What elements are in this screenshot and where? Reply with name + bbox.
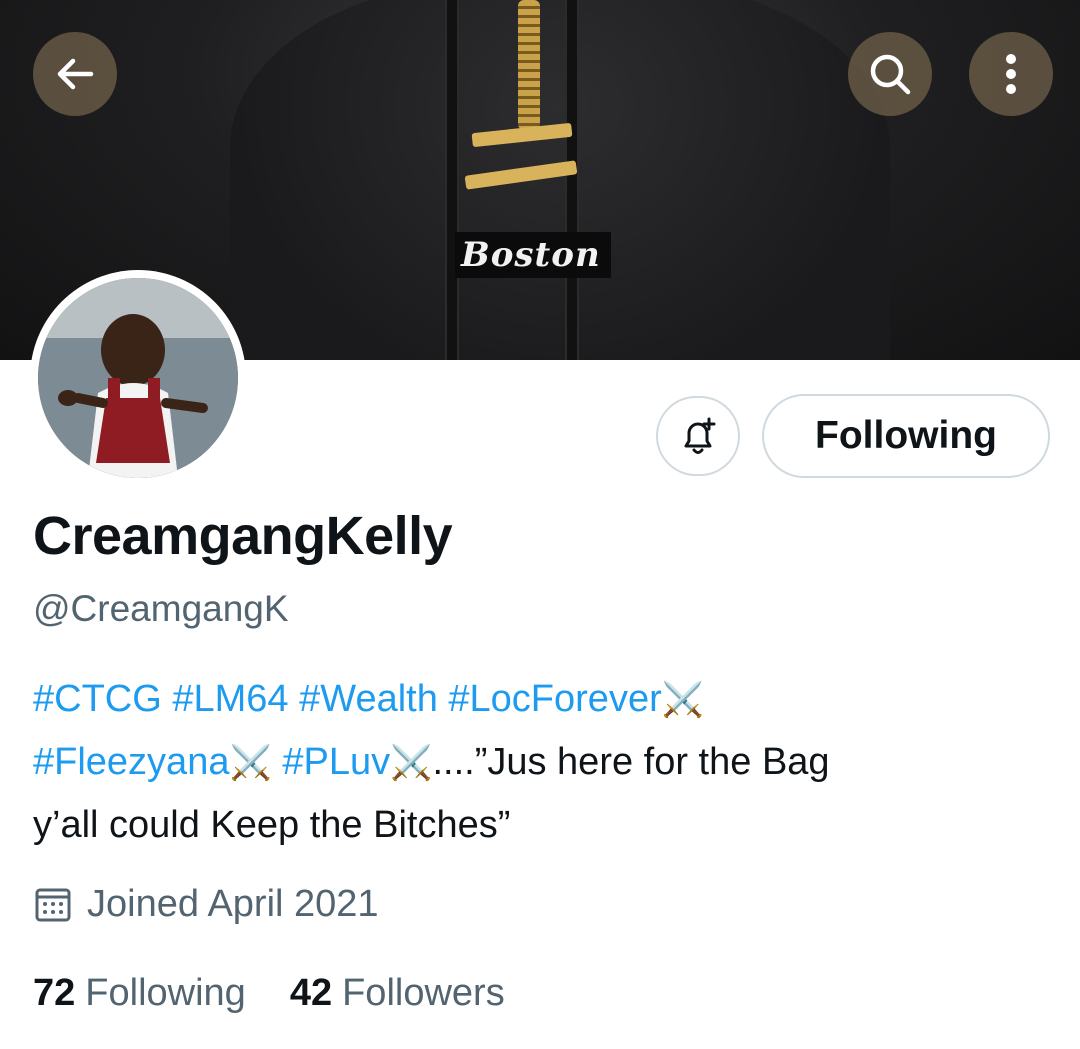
hashtag-link[interactable]: #CTCG <box>33 678 162 720</box>
following-button[interactable]: Following <box>762 394 1050 478</box>
banner-hoodie <box>230 0 890 360</box>
more-vertical-icon <box>1006 54 1016 94</box>
following-count-label: Following <box>85 972 246 1014</box>
profile-avatar[interactable] <box>30 270 246 486</box>
crossed-swords-emoji: ⚔️ <box>661 681 705 719</box>
following-count: 72 <box>33 972 76 1014</box>
crossed-swords-emoji: ⚔️ <box>229 744 272 782</box>
user-handle: @CreamgangK <box>33 588 289 629</box>
bio-text: y’all could Keep the Bitches” <box>33 804 511 846</box>
following-count-link[interactable]: 72 Following <box>33 972 246 1015</box>
avatar-photo <box>38 278 238 478</box>
joined-date: Joined April 2021 <box>33 883 379 926</box>
followers-count-label: Followers <box>342 972 505 1014</box>
joined-text: Joined April 2021 <box>87 883 379 925</box>
bell-plus-icon <box>684 417 716 454</box>
following-button-label: Following <box>815 414 997 457</box>
hashtag-link[interactable]: #PLuv <box>282 741 390 783</box>
more-options-button[interactable] <box>969 32 1053 116</box>
banner-drawstring-left <box>445 0 459 360</box>
banner-chain <box>518 0 540 130</box>
profile-bio: #CTCG #LM64 #Wealth #LocForever⚔️ #Fleez… <box>33 668 1043 856</box>
notifications-button[interactable] <box>656 396 740 476</box>
followers-count-link[interactable]: 42 Followers <box>290 972 505 1015</box>
back-button[interactable] <box>33 32 117 116</box>
arrow-left-icon <box>57 58 94 90</box>
bio-text: ....”Jus here for the Bag <box>432 741 830 783</box>
hashtag-link[interactable]: #Fleezyana <box>33 741 229 783</box>
search-button[interactable] <box>848 32 932 116</box>
banner-drawstring-right <box>565 0 579 360</box>
avatar-illustration <box>38 278 238 478</box>
hashtag-link[interactable]: #LM64 <box>172 678 288 720</box>
crossed-swords-emoji: ⚔️ <box>390 744 433 782</box>
calendar-icon <box>35 888 71 921</box>
display-name: CreamgangKelly <box>33 506 453 566</box>
banner-boston-label: Boston <box>455 232 611 278</box>
hashtag-link[interactable]: #Wealth <box>299 678 438 720</box>
hashtag-link[interactable]: #LocForever <box>448 678 661 720</box>
search-icon <box>870 54 911 95</box>
followers-count: 42 <box>289 972 333 1014</box>
follow-counts: 72 Following 42 Followers <box>33 972 505 1015</box>
